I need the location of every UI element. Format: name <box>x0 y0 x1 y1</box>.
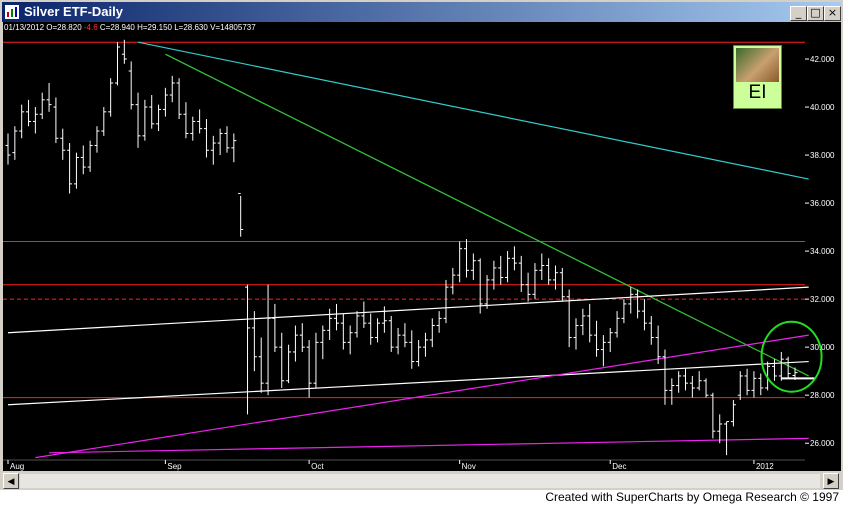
y-tick-label: 30.000 <box>810 343 835 352</box>
scroll-track[interactable] <box>20 474 820 488</box>
y-tick-label: 28.000 <box>810 391 835 400</box>
trendline-magenta-lower <box>49 437 809 454</box>
info-close: C=28.940 <box>99 23 135 32</box>
x-tick-label: Nov <box>462 462 476 471</box>
y-tick-label: 36.000 <box>810 199 835 208</box>
x-tick-label: Dec <box>612 462 626 471</box>
y-tick-label: 40.000 <box>810 103 835 112</box>
trendline-green <box>165 53 809 377</box>
y-tick-label: 32.000 <box>810 295 835 304</box>
info-date: 01/13/2012 <box>4 23 45 32</box>
scroll-left-button[interactable]: ◀ <box>3 473 19 489</box>
info-high: H=29.150 <box>137 23 172 32</box>
horizontal-scrollbar[interactable]: ◀ ▶ <box>3 473 841 489</box>
footer-credit: Created with SuperCharts by Omega Resear… <box>545 490 839 504</box>
trendline-white-upper <box>7 286 809 334</box>
x-tick-label: 2012 <box>756 462 774 471</box>
info-change: -4.6 <box>83 23 98 32</box>
ei-logo-text: EI <box>748 82 767 103</box>
info-volume: V=14805737 <box>210 23 256 32</box>
x-tick-label: Oct <box>311 462 324 471</box>
ohlc-info-line: 01/13/2012 O=28.820 -4.6 C=28.940 H=29.1… <box>4 23 256 32</box>
x-tick-label: Aug <box>10 462 24 471</box>
price-chart[interactable]: 26.000 28.000 30.000 32.000 34.000 36.000 38.0… <box>0 0 843 490</box>
info-open: O=28.820 <box>46 23 82 32</box>
y-tick-label: 42.000 <box>810 55 835 64</box>
ei-logo-badge: EI <box>733 45 782 109</box>
y-tick-label: 34.000 <box>810 247 835 256</box>
scroll-right-button[interactable]: ▶ <box>823 473 839 489</box>
chart-window: Silver ETF-Daily _ □ × 26.000 28.000 30.00… <box>0 0 843 490</box>
info-low: L=28.630 <box>174 23 208 32</box>
y-tick-label: 26.000 <box>810 439 835 448</box>
trendline-cyan <box>137 41 809 180</box>
y-tick-label: 38.000 <box>810 151 835 160</box>
coin-photo-icon <box>736 48 779 82</box>
x-tick-label: Sep <box>167 462 182 471</box>
